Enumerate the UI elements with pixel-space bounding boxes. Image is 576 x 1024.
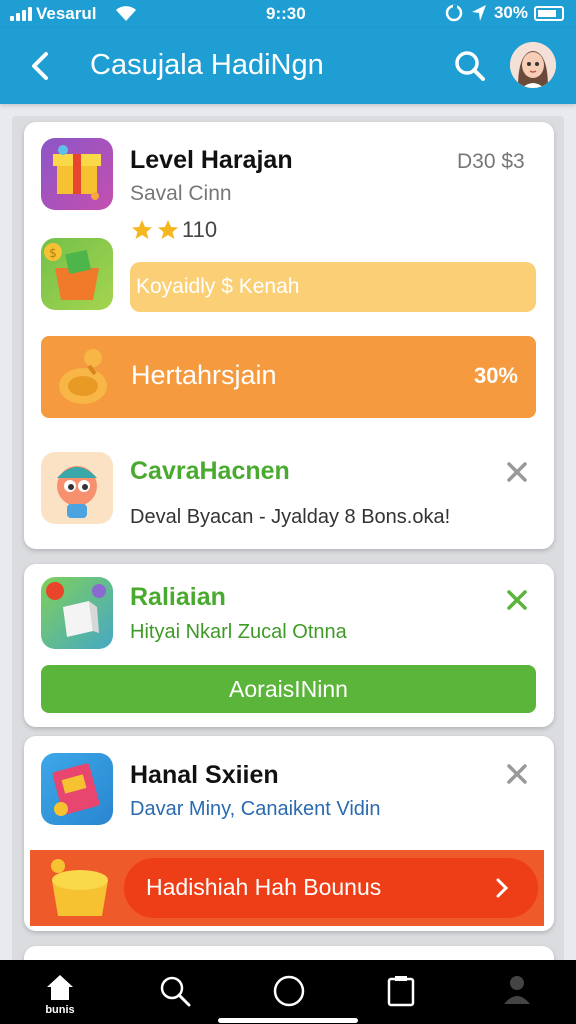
status-right: 30% [444, 3, 564, 23]
star-icon [158, 220, 178, 239]
dismiss-button[interactable] [503, 760, 531, 788]
back-button[interactable] [24, 48, 58, 84]
promo-bar[interactable]: Koyaidly $ Kenah [130, 262, 536, 312]
rating: 110 [130, 217, 217, 243]
battery-percent: 30% [493, 3, 528, 22]
game-card-level[interactable]: Level Harajan D30 $3 Saval Cinn 110 $ Ko… [24, 122, 554, 549]
offer-percent: 30% [473, 363, 518, 388]
card-subtitle: Davar Miny, Canaikent Vidin [130, 798, 381, 820]
bonus-button[interactable]: Hadishiah Hah Bounus [124, 858, 538, 918]
card-subtitle: Saval Cinn [130, 182, 232, 205]
feed[interactable]: Level Harajan D30 $3 Saval Cinn 110 $ Ko… [0, 104, 576, 960]
svg-text:$: $ [49, 246, 57, 260]
book-app-icon [41, 753, 113, 825]
close-icon [507, 764, 527, 784]
sync-icon [445, 4, 463, 22]
character-app-icon [41, 452, 113, 524]
star-icon [132, 220, 152, 239]
dismiss-button[interactable] [503, 458, 531, 486]
status-bar: Vesarul 9::30 30% [0, 0, 576, 28]
promo-label: Koyaidly $ Kenah [136, 275, 300, 298]
carrier-name: Vesarul [36, 4, 97, 23]
shopping-bag-app-icon: $ [41, 238, 113, 310]
wifi-icon [114, 3, 138, 28]
user-icon [504, 976, 530, 1004]
search-icon [160, 976, 191, 1007]
offer-label: Hertahrsjain [131, 360, 277, 390]
location-icon [471, 5, 486, 21]
card-subtitle: Deval Byacan - Jyalday 8 Bons.oka! [130, 506, 451, 528]
back-arrow-icon [32, 52, 48, 80]
offer-bar[interactable]: Hertahrsjain 30% [41, 336, 536, 418]
nav-profile[interactable] [476, 960, 556, 1024]
nav-recents[interactable] [360, 960, 440, 1024]
game-card-hanal[interactable]: Hanal Sxiien Davar Miny, Canaikent Vidin… [24, 736, 554, 931]
nav-home-label: bunis [45, 1004, 75, 1016]
dismiss-button[interactable] [503, 586, 531, 614]
user-avatar-icon [510, 42, 556, 88]
avatar[interactable] [510, 42, 556, 88]
close-icon [507, 462, 527, 482]
search-button[interactable] [452, 48, 488, 84]
treasure-basket-icon [51, 859, 108, 916]
card-title: CavraHacnen [130, 457, 290, 485]
game-card-partial[interactable] [24, 946, 554, 960]
card-subtitle: Hityai Nkarl Zucal Otnna [130, 621, 347, 643]
game-card-raliaian[interactable]: Raliaian Hityai Nkarl Zucal Otnna Aorais… [24, 564, 554, 727]
bottom-nav: bunis [0, 960, 576, 1024]
action-button[interactable]: AoraisINinn [41, 665, 536, 713]
bonus-banner[interactable]: Hadishiah Hah Bounus [30, 850, 544, 926]
card-price: D30 $3 [457, 150, 525, 173]
battery-icon [534, 5, 564, 21]
clock: 9::30 [266, 4, 306, 23]
nav-home[interactable]: bunis [20, 960, 100, 1024]
card-title: Raliaian [130, 583, 226, 611]
bonus-label: Hadishiah Hah Bounus [146, 874, 382, 900]
app-bar: Casujala HadiNgn [0, 28, 576, 104]
close-icon [507, 590, 527, 610]
recents-icon [387, 976, 415, 1007]
search-icon [455, 51, 485, 81]
card-title: Level Harajan [130, 146, 293, 174]
gift-box-app-icon [41, 138, 113, 210]
nav-home-circle[interactable] [248, 960, 328, 1024]
card-title: Hanal Sxiien [130, 761, 279, 789]
signal-icon [10, 7, 32, 21]
rating-count: 110 [182, 217, 218, 242]
page-title: Casujala HadiNgn [90, 49, 324, 81]
circle-icon [273, 975, 305, 1007]
home-icon [47, 975, 73, 1000]
nav-search[interactable] [134, 960, 214, 1024]
home-indicator [218, 1018, 358, 1023]
coin-pouch-icon [59, 349, 107, 404]
chevron-right-icon [496, 878, 509, 898]
puzzle-box-app-icon [41, 577, 113, 649]
action-label: AoraisINinn [229, 676, 348, 702]
